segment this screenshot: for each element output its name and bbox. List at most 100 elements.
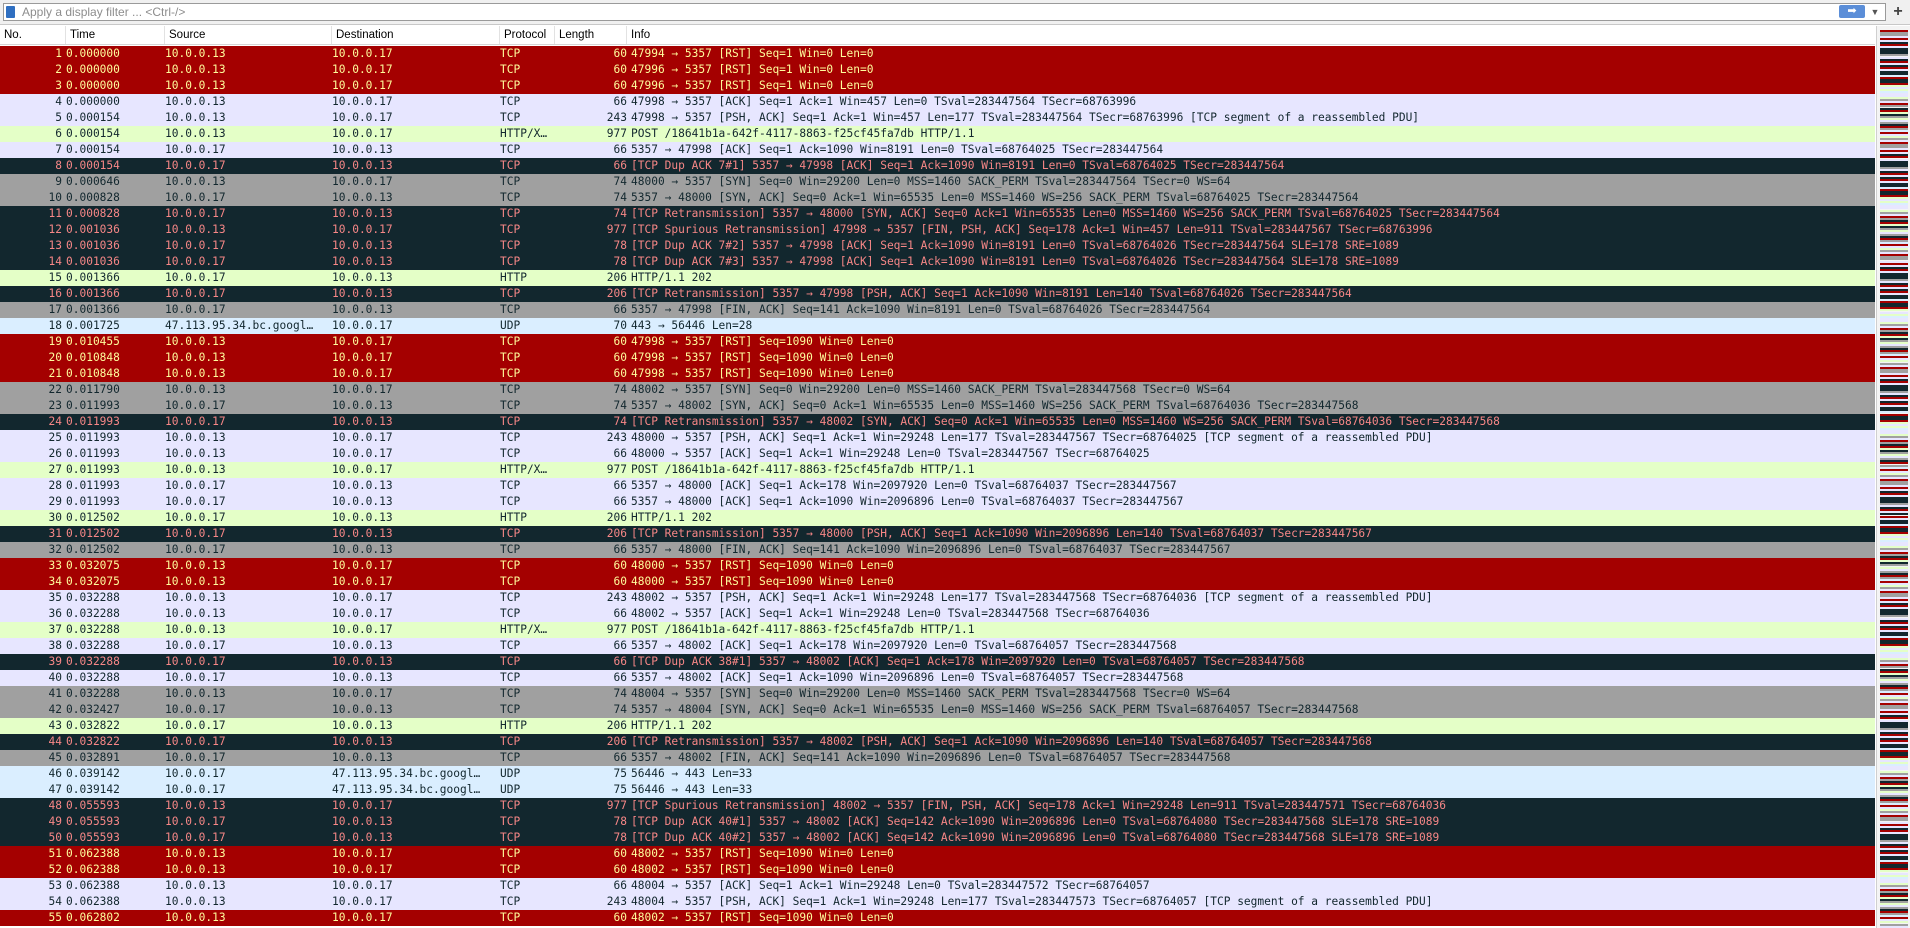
packet-row[interactable]: 54 0.062388 10.0.0.13 10.0.0.17 TCP 243 48004 … xyxy=(0,894,1875,910)
packet-length: 78 xyxy=(613,239,627,252)
packet-row[interactable]: 16 0.001366 10.0.0.17 10.0.0.13 TCP 206 [TCP R… xyxy=(0,286,1875,302)
column-header-protocol[interactable]: Protocol xyxy=(500,26,555,44)
packet-row[interactable]: 29 0.011993 10.0.0.17 10.0.0.13 TCP 66 5357 → … xyxy=(0,494,1875,510)
filter-history-dropdown-icon[interactable]: ▼ xyxy=(1869,5,1881,19)
packet-destination: 10.0.0.17 xyxy=(332,79,393,92)
filter-bookmark-icon[interactable] xyxy=(6,6,15,18)
packet-row[interactable]: 2 0.000000 10.0.0.13 10.0.0.17 TCP 60 47996 → … xyxy=(0,62,1875,78)
packet-row[interactable]: 8 0.000154 10.0.0.17 10.0.0.13 TCP 66 [TCP Dup… xyxy=(0,158,1875,174)
packet-row[interactable]: 45 0.032891 10.0.0.17 10.0.0.13 TCP 66 5357 → … xyxy=(0,750,1875,766)
packet-row[interactable]: 55 0.062802 10.0.0.13 10.0.0.17 TCP 60 48002 →… xyxy=(0,910,1875,926)
packet-row[interactable]: 17 0.001366 10.0.0.17 10.0.0.13 TCP 66 5357 → … xyxy=(0,302,1875,318)
packet-row[interactable]: 39 0.032288 10.0.0.17 10.0.0.13 TCP 66 [TCP Du… xyxy=(0,654,1875,670)
packet-number: 41 xyxy=(48,687,62,700)
packet-row[interactable]: 34 0.032075 10.0.0.13 10.0.0.17 TCP 60 48000 →… xyxy=(0,574,1875,590)
packet-row[interactable]: 25 0.011993 10.0.0.13 10.0.0.17 TCP 243 48000 … xyxy=(0,430,1875,446)
packet-row[interactable]: 49 0.055593 10.0.0.17 10.0.0.13 TCP 78 [TCP Du… xyxy=(0,814,1875,830)
packet-row[interactable]: 20 0.010848 10.0.0.13 10.0.0.17 TCP 60 47998 →… xyxy=(0,350,1875,366)
packet-destination: 10.0.0.13 xyxy=(332,735,393,748)
packet-row[interactable]: 42 0.032427 10.0.0.17 10.0.0.13 TCP 74 5357 → … xyxy=(0,702,1875,718)
packet-source: 10.0.0.13 xyxy=(165,63,226,76)
packet-source: 10.0.0.17 xyxy=(165,511,226,524)
packet-row[interactable]: 33 0.032075 10.0.0.13 10.0.0.17 TCP 60 48000 →… xyxy=(0,558,1875,574)
column-header-no[interactable]: No. xyxy=(0,26,66,44)
packet-row[interactable]: 40 0.032288 10.0.0.17 10.0.0.13 TCP 66 5357 → … xyxy=(0,670,1875,686)
packet-destination: 10.0.0.13 xyxy=(332,751,393,764)
packet-row[interactable]: 3 0.000000 10.0.0.13 10.0.0.17 TCP 60 47996 → … xyxy=(0,78,1875,94)
packet-row[interactable]: 24 0.011993 10.0.0.17 10.0.0.13 TCP 74 [TCP Re… xyxy=(0,414,1875,430)
apply-filter-arrow-icon[interactable]: ➡ xyxy=(1839,5,1865,18)
packet-protocol: TCP xyxy=(500,799,521,812)
packet-length: 60 xyxy=(613,335,627,348)
packet-row[interactable]: 14 0.001036 10.0.0.17 10.0.0.13 TCP 78 [TCP Du… xyxy=(0,254,1875,270)
packet-row[interactable]: 10 0.000828 10.0.0.17 10.0.0.13 TCP 74 5357 → … xyxy=(0,190,1875,206)
display-filter-input[interactable] xyxy=(22,4,1842,20)
packet-number: 8 xyxy=(55,159,62,172)
packet-length: 74 xyxy=(613,703,627,716)
packet-row[interactable]: 47 0.039142 10.0.0.17 47.113.95.34.bc.googl… xyxy=(0,782,1875,798)
packet-row[interactable]: 19 0.010455 10.0.0.13 10.0.0.17 TCP 60 47998 →… xyxy=(0,334,1875,350)
packet-number: 4 xyxy=(55,95,62,108)
packet-row[interactable]: 52 0.062388 10.0.0.13 10.0.0.17 TCP 60 48002 →… xyxy=(0,862,1875,878)
packet-row[interactable]: 15 0.001366 10.0.0.17 10.0.0.13 HTTP 206 HTTP/… xyxy=(0,270,1875,286)
packet-row[interactable]: 46 0.039142 10.0.0.17 47.113.95.34.bc.googl… xyxy=(0,766,1875,782)
packet-row[interactable]: 4 0.000000 10.0.0.13 10.0.0.17 TCP 66 47998 → … xyxy=(0,94,1875,110)
packet-time: 0.000000 xyxy=(66,95,120,108)
packet-row[interactable]: 27 0.011993 10.0.0.13 10.0.0.17 HTTP/X… 977 PO… xyxy=(0,462,1875,478)
packet-row[interactable]: 22 0.011790 10.0.0.13 10.0.0.17 TCP 74 48002 →… xyxy=(0,382,1875,398)
column-header-info[interactable]: Info xyxy=(627,26,1875,44)
packet-row[interactable]: 37 0.032288 10.0.0.13 10.0.0.17 HTTP/X… 977 PO… xyxy=(0,622,1875,638)
packet-row[interactable]: 50 0.055593 10.0.0.17 10.0.0.13 TCP 78 [TCP Du… xyxy=(0,830,1875,846)
packet-source: 10.0.0.17 xyxy=(165,303,226,316)
packet-row[interactable]: 31 0.012502 10.0.0.17 10.0.0.13 TCP 206 [TCP R… xyxy=(0,526,1875,542)
packet-row[interactable]: 11 0.000828 10.0.0.17 10.0.0.13 TCP 74 [TCP Re… xyxy=(0,206,1875,222)
packet-protocol: TCP xyxy=(500,255,521,268)
packet-length: 977 xyxy=(606,623,627,636)
packet-row[interactable]: 44 0.032822 10.0.0.17 10.0.0.13 TCP 206 [TCP R… xyxy=(0,734,1875,750)
packet-row[interactable]: 21 0.010848 10.0.0.13 10.0.0.17 TCP 60 47998 →… xyxy=(0,366,1875,382)
packet-number: 15 xyxy=(48,271,62,284)
packet-row[interactable]: 43 0.032822 10.0.0.17 10.0.0.13 HTTP 206 HTTP/… xyxy=(0,718,1875,734)
packet-row[interactable]: 12 0.001036 10.0.0.13 10.0.0.17 TCP 977 [TCP S… xyxy=(0,222,1875,238)
packet-protocol: TCP xyxy=(500,863,521,876)
packet-destination: 10.0.0.17 xyxy=(332,463,393,476)
packet-row[interactable]: 32 0.012502 10.0.0.17 10.0.0.13 TCP 66 5357 → … xyxy=(0,542,1875,558)
packet-row[interactable]: 36 0.032288 10.0.0.13 10.0.0.17 TCP 66 48002 →… xyxy=(0,606,1875,622)
packet-protocol: TCP xyxy=(500,639,521,652)
packet-row[interactable]: 13 0.001036 10.0.0.17 10.0.0.13 TCP 78 [TCP Du… xyxy=(0,238,1875,254)
column-header-destination[interactable]: Destination xyxy=(332,26,500,44)
column-header-time[interactable]: Time xyxy=(66,26,165,44)
packet-row[interactable]: 28 0.011993 10.0.0.17 10.0.0.13 TCP 66 5357 → … xyxy=(0,478,1875,494)
packet-row[interactable]: 23 0.011993 10.0.0.17 10.0.0.13 TCP 74 5357 → … xyxy=(0,398,1875,414)
packet-row[interactable]: 18 0.001725 47.113.95.34.bc.googl… 10.0.0.1… xyxy=(0,318,1875,334)
packet-protocol: TCP xyxy=(500,911,521,924)
packet-list-minimap-scrollbar[interactable] xyxy=(1876,26,1910,928)
packet-row[interactable]: 51 0.062388 10.0.0.13 10.0.0.17 TCP 60 48002 →… xyxy=(0,846,1875,862)
packet-protocol: TCP xyxy=(500,415,521,428)
packet-time: 0.032075 xyxy=(66,559,120,572)
packet-row[interactable]: 7 0.000154 10.0.0.17 10.0.0.13 TCP 66 5357 → 4… xyxy=(0,142,1875,158)
column-header-length[interactable]: Length xyxy=(555,26,627,44)
packet-row[interactable]: 48 0.055593 10.0.0.13 10.0.0.17 TCP 977 [TCP S… xyxy=(0,798,1875,814)
packet-row[interactable]: 9 0.000646 10.0.0.13 10.0.0.17 TCP 74 48000 → … xyxy=(0,174,1875,190)
packet-destination: 10.0.0.17 xyxy=(332,863,393,876)
packet-row[interactable]: 6 0.000154 10.0.0.13 10.0.0.17 HTTP/X… 977 POS… xyxy=(0,126,1875,142)
packet-row[interactable]: 53 0.062388 10.0.0.13 10.0.0.17 TCP 66 48004 →… xyxy=(0,878,1875,894)
packet-length: 66 xyxy=(613,543,627,556)
packet-protocol: TCP xyxy=(500,527,521,540)
packet-row[interactable]: 35 0.032288 10.0.0.13 10.0.0.17 TCP 243 48002 … xyxy=(0,590,1875,606)
add-filter-button-plus-icon[interactable]: + xyxy=(1890,3,1906,21)
packet-length: 243 xyxy=(606,111,627,124)
packet-source: 10.0.0.17 xyxy=(165,703,226,716)
column-header-source[interactable]: Source xyxy=(165,26,332,44)
packet-protocol: UDP xyxy=(500,783,521,796)
packet-row[interactable]: 1 0.000000 10.0.0.13 10.0.0.17 TCP 60 47994 → … xyxy=(0,46,1875,62)
packet-row[interactable]: 30 0.012502 10.0.0.17 10.0.0.13 HTTP 206 HTTP/… xyxy=(0,510,1875,526)
packet-row[interactable]: 41 0.032288 10.0.0.13 10.0.0.17 TCP 74 48004 →… xyxy=(0,686,1875,702)
packet-length: 60 xyxy=(613,79,627,92)
packet-row[interactable]: 38 0.032288 10.0.0.17 10.0.0.13 TCP 66 5357 → … xyxy=(0,638,1875,654)
packet-time: 0.001366 xyxy=(66,287,120,300)
packet-info: [TCP Retransmission] 5357 → 48000 [SYN, … xyxy=(631,207,1500,220)
packet-row[interactable]: 5 0.000154 10.0.0.13 10.0.0.17 TCP 243 47998 →… xyxy=(0,110,1875,126)
packet-row[interactable]: 26 0.011993 10.0.0.13 10.0.0.17 TCP 66 48000 →… xyxy=(0,446,1875,462)
